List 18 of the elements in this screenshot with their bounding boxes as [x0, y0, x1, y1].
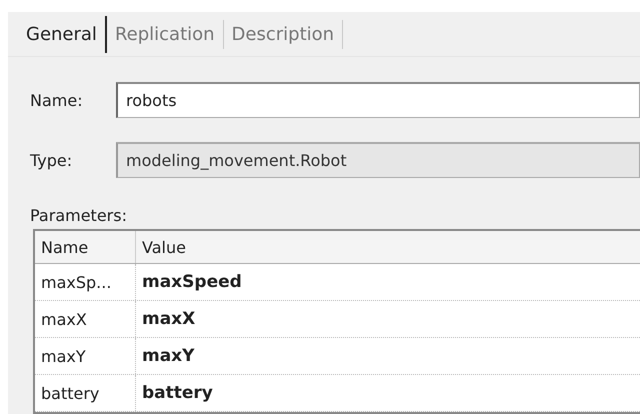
tab[interactable]: Description — [224, 20, 344, 48]
table-cell: maxX — [35, 301, 136, 337]
table-cell-text: maxY — [141, 345, 196, 368]
readonly-field: modeling_movement.Robot — [116, 142, 640, 178]
field-label: Name: — [30, 90, 84, 110]
table-cell-text: maxSpeed — [141, 271, 243, 294]
table-cell-text: maxX — [141, 308, 196, 331]
column-header[interactable]: Value — [136, 231, 640, 263]
table-cell-text: battery — [141, 382, 214, 405]
tab[interactable]: Replication — [106, 20, 224, 48]
table-cell: maxY — [35, 338, 136, 374]
column-header[interactable]: Name — [35, 231, 136, 263]
tab[interactable]: General — [18, 16, 107, 52]
table-cell: maxSp... — [35, 264, 136, 300]
table-cell: battery — [35, 375, 136, 411]
input-field[interactable]: robots — [116, 82, 640, 118]
field-label: Type: — [30, 150, 74, 170]
section-label: Parameters: — [30, 206, 128, 225]
